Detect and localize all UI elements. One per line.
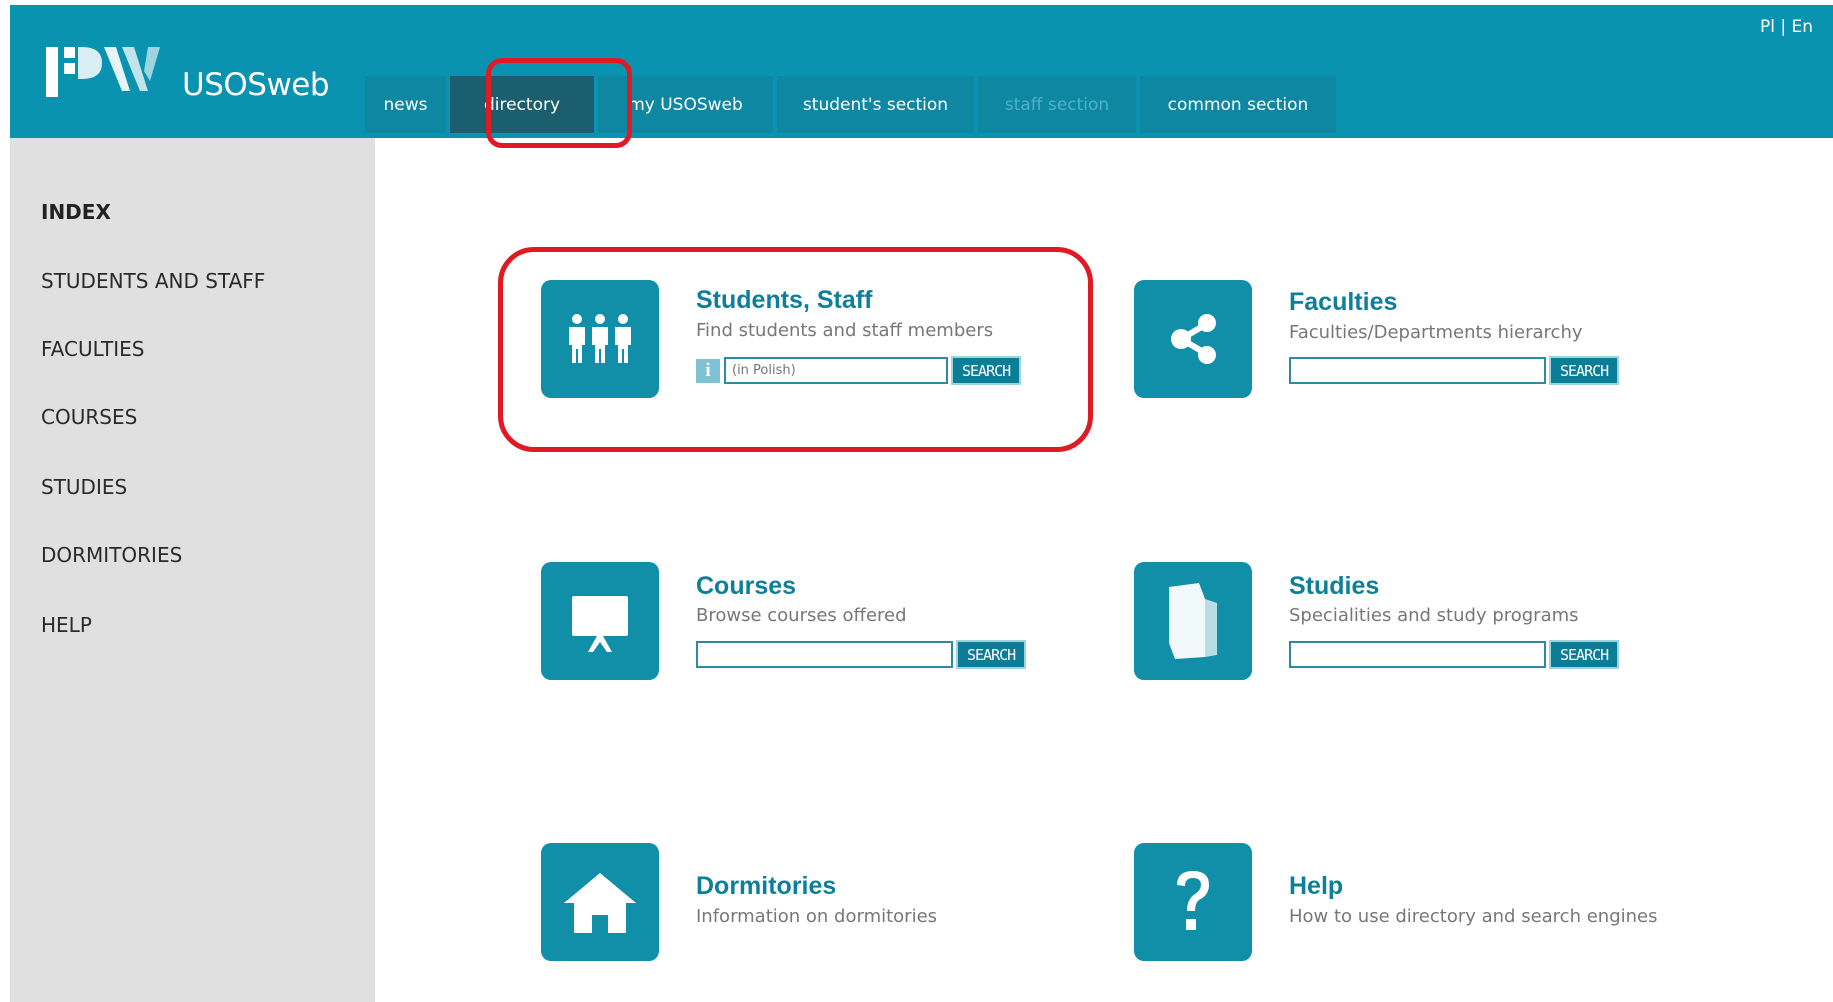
card-help: Help How to use directory and search eng…	[1134, 843, 1734, 961]
faculties-search: SEARCH	[1289, 356, 1620, 385]
tab-staff-section: staff section	[978, 76, 1136, 133]
lang-separator: |	[1774, 17, 1792, 37]
card-studies: Studies Specialities and study programs …	[1134, 562, 1694, 680]
sidebar-item-faculties[interactable]: FACULTIES	[41, 337, 144, 361]
card-faculties: Faculties Faculties/Departments hierarch…	[1134, 280, 1694, 398]
house-icon	[564, 873, 636, 933]
sidebar-item-courses[interactable]: COURSES	[41, 405, 137, 429]
sidebar-item-index[interactable]: INDEX	[41, 200, 111, 224]
sidebar-item-dormitories[interactable]: DORMITORIES	[41, 543, 182, 567]
studies-search: SEARCH	[1289, 640, 1620, 669]
studies-search-input[interactable]	[1289, 641, 1546, 668]
courses-search-button[interactable]: SEARCH	[956, 640, 1027, 669]
tab-common-section[interactable]: common section	[1140, 76, 1336, 133]
share-icon	[1171, 314, 1216, 364]
courses-search: SEARCH	[696, 640, 1027, 669]
studies-tile[interactable]	[1134, 562, 1252, 680]
tab-students-section[interactable]: student's section	[777, 76, 974, 133]
presentation-board-icon	[572, 596, 628, 652]
courses-title[interactable]: Courses	[696, 572, 796, 601]
help-tile[interactable]	[1134, 843, 1252, 961]
sidebar-item-studies[interactable]: STUDIES	[41, 475, 127, 499]
faculties-title[interactable]: Faculties	[1289, 288, 1397, 317]
dormitories-description: Information on dormitories	[696, 906, 938, 927]
studies-search-button[interactable]: SEARCH	[1549, 640, 1620, 669]
highlight-directory-tab	[486, 58, 632, 148]
lang-pl-link[interactable]: Pl	[1760, 17, 1775, 37]
sidebar: INDEX STUDENTS AND STAFF FACULTIES COURS…	[10, 138, 375, 1002]
sidebar-item-students-and-staff[interactable]: STUDENTS AND STAFF	[41, 269, 265, 293]
book-icon	[1169, 583, 1217, 659]
studies-title[interactable]: Studies	[1289, 572, 1379, 601]
pw-logo-mark-icon	[46, 47, 160, 97]
lang-en-link[interactable]: En	[1791, 17, 1813, 37]
help-description: How to use directory and search engines	[1289, 906, 1658, 927]
faculties-search-input[interactable]	[1289, 357, 1546, 384]
card-dormitories: Dormitories Information on dormitories	[541, 843, 1081, 961]
faculties-description: Faculties/Departments hierarchy	[1289, 322, 1583, 343]
pw-logo[interactable]: USOSweb	[38, 41, 330, 105]
language-switcher: Pl | En	[1760, 17, 1813, 37]
courses-tile[interactable]	[541, 562, 659, 680]
question-mark-icon	[1177, 871, 1209, 930]
dormitories-tile[interactable]	[541, 843, 659, 961]
card-courses: Courses Browse courses offered SEARCH	[541, 562, 1081, 680]
faculties-tile[interactable]	[1134, 280, 1252, 398]
courses-search-input[interactable]	[696, 641, 953, 668]
highlight-students-staff-card	[498, 247, 1093, 452]
tab-news[interactable]: news	[365, 76, 446, 133]
help-title[interactable]: Help	[1289, 872, 1343, 901]
dormitories-title[interactable]: Dormitories	[696, 872, 836, 901]
faculties-search-button[interactable]: SEARCH	[1549, 356, 1620, 385]
app-logo-text: USOSweb	[182, 67, 330, 103]
sidebar-item-help[interactable]: HELP	[41, 613, 92, 637]
courses-description: Browse courses offered	[696, 605, 907, 626]
studies-description: Specialities and study programs	[1289, 605, 1579, 626]
